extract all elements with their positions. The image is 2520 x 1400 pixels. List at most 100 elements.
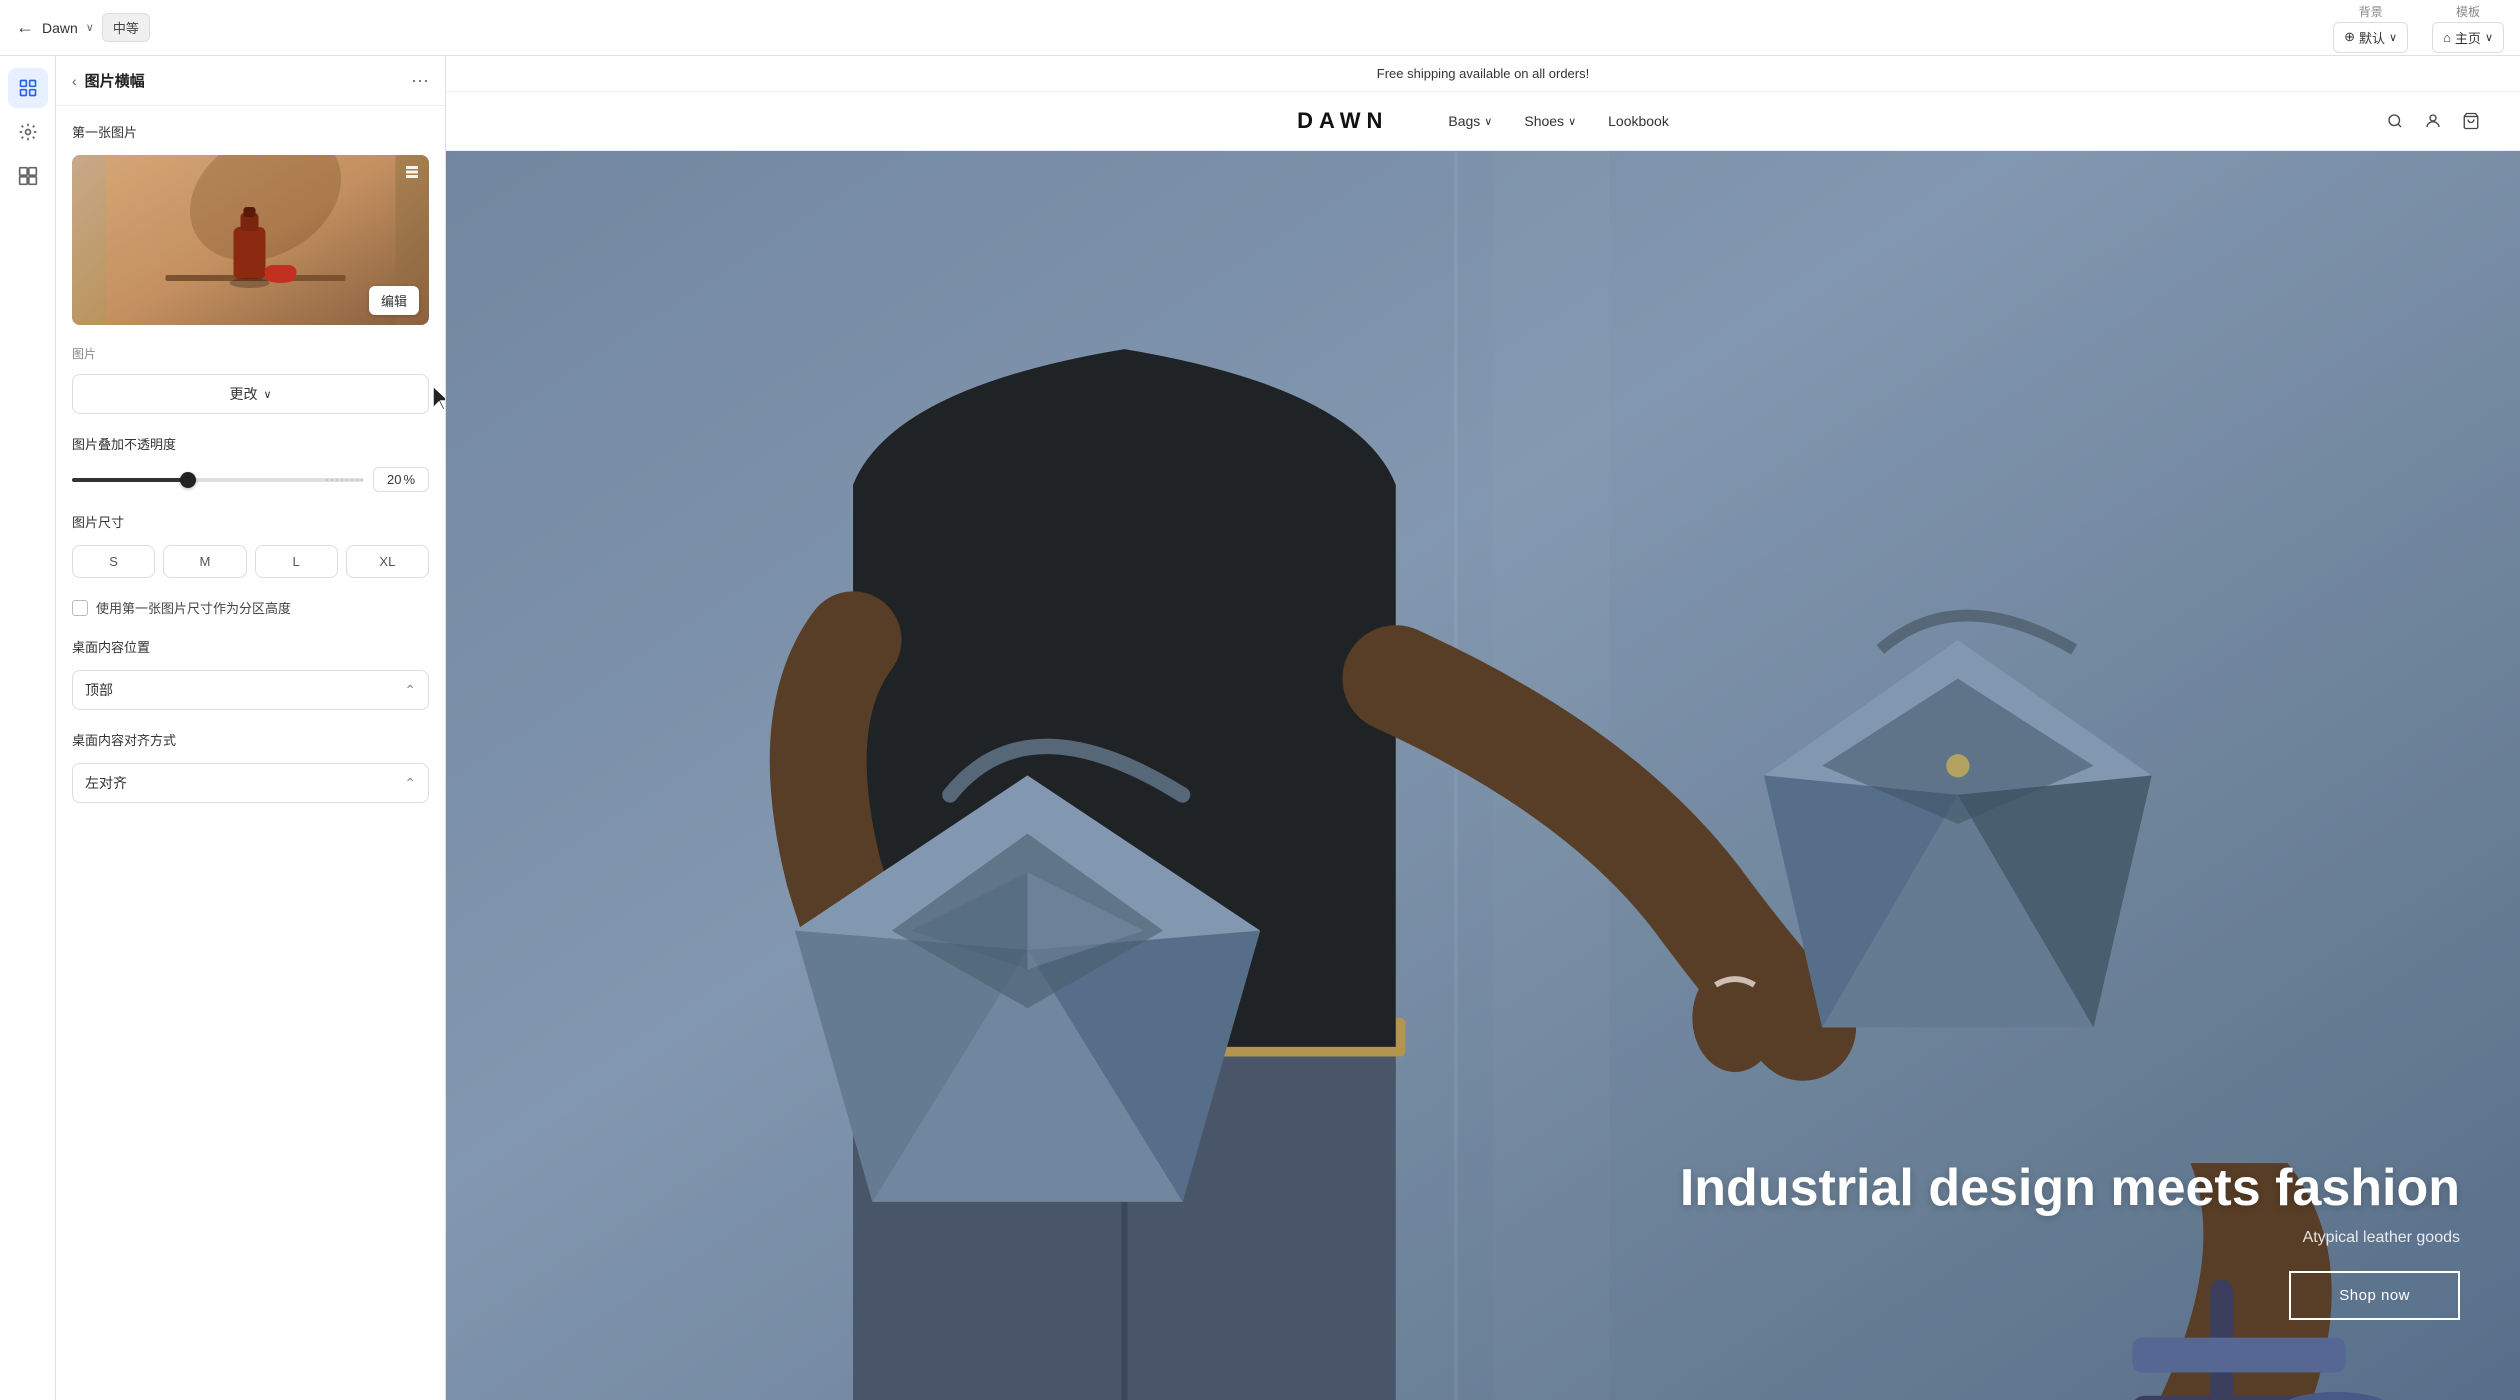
app-name-chevron[interactable]: ∨ bbox=[86, 21, 94, 34]
opacity-section: 图片叠加不透明度 20 % bbox=[72, 434, 429, 492]
panel-header-left: ‹ 图片横幅 bbox=[72, 70, 145, 91]
size-L-button[interactable]: L bbox=[255, 545, 338, 578]
nav-shoes-arrow: ∨ bbox=[1568, 115, 1576, 128]
store-logo: DAWN bbox=[1297, 108, 1388, 134]
edit-image-button[interactable]: 编辑 bbox=[369, 286, 419, 315]
store-nav-links: Bags ∨ Shoes ∨ Lookbook bbox=[1448, 113, 1668, 129]
nav-bags-label: Bags bbox=[1448, 113, 1480, 129]
template-dropdown[interactable]: ⌂ 主页 ∨ bbox=[2432, 22, 2504, 53]
panel-title: 图片横幅 bbox=[85, 70, 145, 91]
background-group: 背景 ⊕ 默认 ∨ bbox=[2333, 3, 2408, 53]
desktop-position-select[interactable]: 顶部 ⌃ bbox=[72, 670, 429, 710]
image-section: 图片 更改 ∨ bbox=[72, 345, 429, 414]
template-label: 模板 bbox=[2456, 3, 2480, 20]
nav-lookbook[interactable]: Lookbook bbox=[1608, 113, 1669, 129]
panel-more-button[interactable]: ··· bbox=[411, 70, 429, 91]
first-image-label: 第一张图片 bbox=[72, 122, 429, 141]
preview-area: Free shipping available on all orders! D… bbox=[446, 56, 2520, 1400]
desktop-align-section: 桌面内容对齐方式 左对齐 ⌃ bbox=[72, 730, 429, 803]
size-XL-button[interactable]: XL bbox=[346, 545, 429, 578]
app-name[interactable]: Dawn bbox=[42, 20, 78, 36]
background-label: 背景 bbox=[2359, 3, 2383, 20]
main-layout: ‹ 图片横幅 ··· 第一张图片 bbox=[0, 56, 2520, 1400]
nav-shoes[interactable]: Shoes ∨ bbox=[1524, 113, 1576, 129]
account-icon[interactable] bbox=[2424, 112, 2442, 130]
opacity-label: 图片叠加不透明度 bbox=[72, 434, 429, 453]
nav-lookbook-label: Lookbook bbox=[1608, 113, 1669, 129]
icon-sidebar bbox=[0, 56, 56, 1400]
home-icon: ⌂ bbox=[2443, 30, 2451, 45]
cursor-indicator bbox=[427, 384, 446, 421]
use-first-image-checkbox[interactable] bbox=[72, 600, 88, 616]
settings-panel: ‹ 图片横幅 ··· 第一张图片 bbox=[56, 56, 446, 1400]
align-chevron: ⌃ bbox=[404, 775, 416, 792]
hero-subtitle: Atypical leather goods bbox=[1680, 1229, 2460, 1247]
slider-thumb[interactable] bbox=[180, 472, 196, 488]
background-chevron: ∨ bbox=[2389, 31, 2397, 44]
checkbox-row: 使用第一张图片尺寸作为分区高度 bbox=[72, 598, 429, 617]
slider-dots bbox=[326, 479, 363, 481]
size-section: 图片尺寸 S M L XL bbox=[72, 512, 429, 578]
store-announcement: Free shipping available on all orders! bbox=[446, 56, 2520, 92]
opacity-slider-track[interactable] bbox=[72, 478, 363, 482]
hero-section: Industrial design meets fashion Atypical… bbox=[446, 151, 2520, 1400]
cart-icon[interactable] bbox=[2462, 112, 2480, 130]
desktop-position-section: 桌面内容位置 顶部 ⌃ bbox=[72, 637, 429, 710]
checkbox-section: 使用第一张图片尺寸作为分区高度 bbox=[72, 598, 429, 617]
template-group: 模板 ⌂ 主页 ∨ bbox=[2432, 3, 2504, 53]
slider-fill bbox=[72, 478, 188, 482]
position-chevron: ⌃ bbox=[404, 682, 416, 699]
size-M-button[interactable]: M bbox=[163, 545, 246, 578]
opacity-percent: % bbox=[403, 472, 415, 487]
desktop-position-value: 顶部 bbox=[85, 680, 113, 700]
panel-header: ‹ 图片横幅 ··· bbox=[56, 56, 445, 106]
top-bar: ← Dawn ∨ 中等 背景 ⊕ 默认 ∨ 模板 ⌂ 主页 ∨ bbox=[0, 0, 2520, 56]
nav-bags[interactable]: Bags ∨ bbox=[1448, 113, 1492, 129]
hero-title: Industrial design meets fashion bbox=[1680, 1160, 2460, 1217]
background-dropdown[interactable]: ⊕ 默认 ∨ bbox=[2333, 22, 2408, 53]
use-first-image-label: 使用第一张图片尺寸作为分区高度 bbox=[96, 598, 291, 617]
hero-content: Industrial design meets fashion Atypical… bbox=[1680, 1160, 2460, 1320]
cursor-svg bbox=[427, 384, 446, 416]
announcement-text: Free shipping available on all orders! bbox=[1377, 66, 1589, 81]
template-value: 主页 bbox=[2455, 28, 2481, 47]
opacity-value-input[interactable]: 20 % bbox=[373, 467, 429, 492]
nav-bags-arrow: ∨ bbox=[1484, 115, 1492, 128]
hero-cta-button[interactable]: Shop now bbox=[2289, 1271, 2460, 1320]
desktop-align-value: 左对齐 bbox=[85, 773, 127, 793]
size-section-label: 图片尺寸 bbox=[72, 512, 429, 531]
sidebar-item-settings[interactable] bbox=[8, 112, 48, 152]
desktop-align-label: 桌面内容对齐方式 bbox=[72, 730, 429, 749]
change-button-label: 更改 bbox=[229, 384, 257, 404]
desktop-align-select[interactable]: 左对齐 ⌃ bbox=[72, 763, 429, 803]
nav-right-icons bbox=[2386, 112, 2480, 130]
image-preview: 编辑 bbox=[72, 155, 429, 325]
nav-shoes-label: Shoes bbox=[1524, 113, 1564, 129]
opacity-slider-row: 20 % bbox=[72, 467, 429, 492]
image-sub-label: 图片 bbox=[72, 345, 429, 362]
store-nav: DAWN Bags ∨ Shoes ∨ Lookbook bbox=[446, 92, 2520, 151]
preview-frame: Free shipping available on all orders! D… bbox=[446, 56, 2520, 1400]
panel-back-button[interactable]: ‹ bbox=[72, 73, 77, 89]
back-button[interactable]: ← bbox=[16, 17, 34, 38]
opacity-number: 20 bbox=[387, 472, 401, 487]
size-S-button[interactable]: S bbox=[72, 545, 155, 578]
background-value: 默认 bbox=[2359, 28, 2385, 47]
cursor-area: 更改 ∨ bbox=[72, 374, 429, 414]
change-image-button[interactable]: 更改 ∨ bbox=[72, 374, 429, 414]
template-chevron: ∨ bbox=[2485, 31, 2493, 44]
change-button-chevron: ∨ bbox=[263, 388, 271, 401]
size-selector[interactable]: 中等 bbox=[102, 13, 150, 42]
globe-icon: ⊕ bbox=[2344, 29, 2355, 45]
storage-svg bbox=[403, 163, 421, 181]
panel-body: 第一张图片 bbox=[56, 106, 445, 819]
sidebar-item-layers[interactable] bbox=[8, 68, 48, 108]
first-image-section: 第一张图片 bbox=[72, 122, 429, 325]
storage-icon bbox=[403, 163, 421, 186]
size-buttons: S M L XL bbox=[72, 545, 429, 578]
top-bar-right: 背景 ⊕ 默认 ∨ 模板 ⌂ 主页 ∨ bbox=[2333, 3, 2504, 53]
desktop-position-label: 桌面内容位置 bbox=[72, 637, 429, 656]
search-icon[interactable] bbox=[2386, 112, 2404, 130]
top-bar-left: ← Dawn ∨ 中等 bbox=[16, 13, 2321, 42]
sidebar-item-blocks[interactable] bbox=[8, 156, 48, 196]
